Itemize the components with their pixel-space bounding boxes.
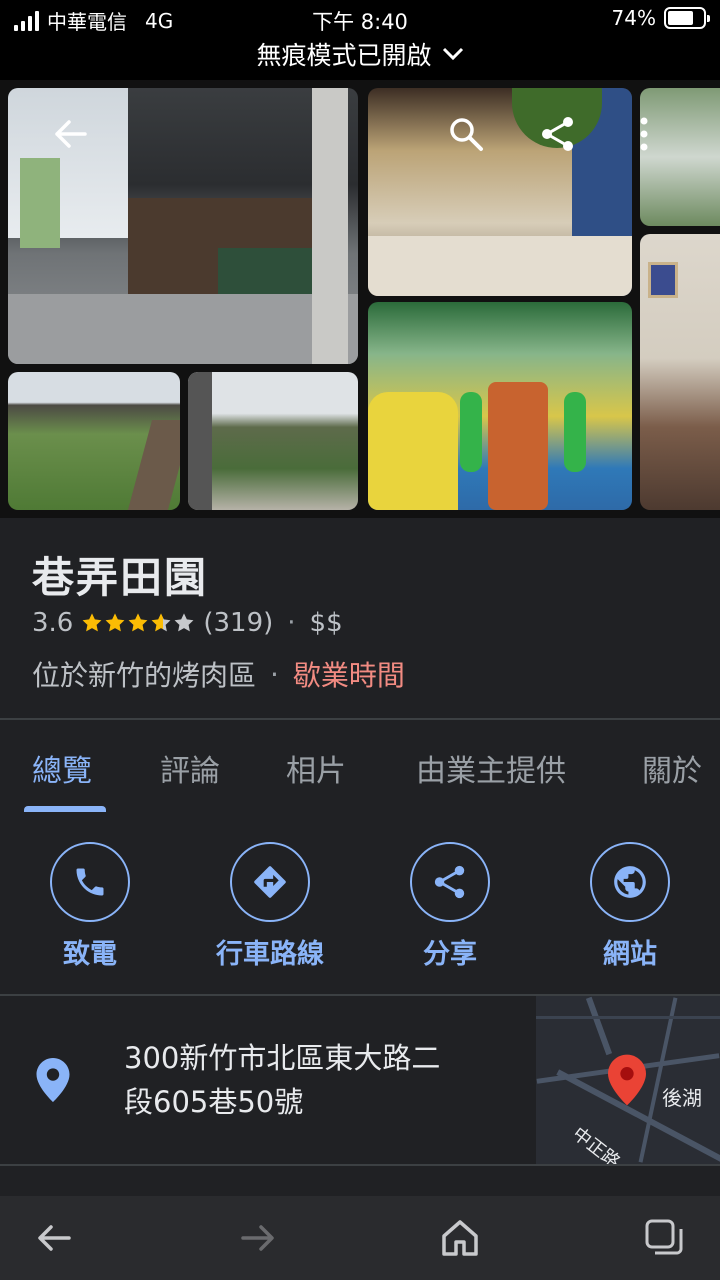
map-marker-icon bbox=[608, 1054, 646, 1106]
share-button[interactable]: 分享 bbox=[380, 842, 520, 971]
photo-dining-room[interactable] bbox=[368, 88, 632, 296]
price-level: $$ bbox=[309, 608, 343, 638]
map-thumbnail[interactable]: 後湖 中正路 bbox=[536, 996, 720, 1164]
battery-percent: 74% bbox=[611, 6, 656, 30]
directions-icon bbox=[230, 842, 310, 922]
photo-lawn[interactable] bbox=[8, 372, 180, 510]
photo-bouncy-castle[interactable] bbox=[368, 302, 632, 510]
photo-gallery[interactable] bbox=[0, 80, 720, 518]
share-label: 分享 bbox=[423, 939, 477, 970]
website-button[interactable]: 網站 bbox=[560, 842, 700, 971]
rating-row[interactable]: 3.6 (319) · $$ bbox=[32, 608, 343, 638]
star-icon bbox=[128, 613, 148, 632]
forward-arrow-icon[interactable] bbox=[234, 1214, 282, 1262]
call-button[interactable]: 致電 bbox=[20, 842, 160, 971]
map-label-road: 中正路 bbox=[568, 1123, 624, 1164]
tab-reviews[interactable]: 評論 bbox=[160, 746, 220, 790]
divider bbox=[0, 1164, 720, 1166]
place-title: 巷弄田園 bbox=[32, 553, 209, 602]
browser-toolbar bbox=[0, 1196, 720, 1280]
tab-from-owner[interactable]: 由業主提供 bbox=[416, 746, 566, 790]
status-bar: 中華電信 4G 下午 8:40 74% 無痕模式已開啟 bbox=[0, 0, 720, 80]
battery-fill bbox=[668, 11, 694, 25]
map-label-area: 後湖 bbox=[662, 1086, 702, 1110]
tab-photos[interactable]: 相片 bbox=[286, 746, 346, 790]
star-icon bbox=[105, 613, 125, 632]
directions-label: 行車路線 bbox=[216, 939, 324, 970]
website-label: 網站 bbox=[603, 939, 657, 970]
category-row: 位於新竹的烤肉區 · 歇業時間 bbox=[32, 654, 405, 694]
home-icon[interactable] bbox=[436, 1214, 484, 1262]
status-right: 74% bbox=[611, 6, 710, 30]
action-buttons: 致電 行車路線 分享 網站 bbox=[0, 812, 720, 994]
call-label: 致電 bbox=[63, 939, 117, 970]
star-icon bbox=[82, 613, 102, 632]
directions-button[interactable]: 行車路線 bbox=[200, 842, 340, 971]
photo-outdoor-path[interactable] bbox=[640, 88, 720, 226]
tabs-icon[interactable] bbox=[640, 1214, 688, 1262]
star-rating bbox=[81, 612, 195, 634]
incognito-label: 無痕模式已開啟 bbox=[256, 41, 432, 70]
place-category: 位於新竹的烤肉區 bbox=[32, 659, 257, 692]
star-icon bbox=[151, 613, 171, 632]
chevron-down-icon bbox=[442, 47, 463, 61]
tab-overview[interactable]: 總覽 bbox=[32, 746, 92, 790]
separator-dot: · bbox=[270, 657, 279, 691]
phone-icon bbox=[50, 842, 130, 922]
back-icon[interactable] bbox=[50, 114, 90, 154]
location-pin-icon bbox=[36, 1058, 70, 1102]
photo-garden[interactable] bbox=[188, 372, 358, 510]
address-row[interactable]: 300新竹市北區東大路二 段605巷50號 後湖 中正路 bbox=[0, 996, 720, 1164]
globe-icon bbox=[590, 842, 670, 922]
tab-bar: 總覽 評論 相片 由業主提供 關於 bbox=[0, 720, 720, 812]
address-line-2: 段605巷50號 bbox=[124, 1085, 304, 1119]
rating-value: 3.6 bbox=[32, 608, 74, 638]
battery-icon bbox=[664, 7, 710, 29]
address-line-1: 300新竹市北區東大路二 bbox=[124, 1041, 441, 1075]
place-header: 巷弄田園 3.6 (319) · $$ 位於新竹的烤肉區 · 歇業時間 bbox=[0, 518, 720, 718]
incognito-banner[interactable]: 無痕模式已開啟 bbox=[0, 36, 720, 72]
back-arrow-icon[interactable] bbox=[30, 1214, 78, 1262]
address-text: 300新竹市北區東大路二 段605巷50號 bbox=[124, 1036, 514, 1124]
review-count[interactable]: (319) bbox=[203, 608, 273, 638]
hours-status[interactable]: 歇業時間 bbox=[293, 654, 405, 694]
share-icon bbox=[410, 842, 490, 922]
star-icon bbox=[174, 613, 194, 632]
share-icon[interactable] bbox=[538, 114, 578, 154]
more-vert-icon[interactable] bbox=[632, 114, 656, 154]
tab-about[interactable]: 關於 bbox=[642, 746, 702, 790]
photo-interior-child[interactable] bbox=[640, 234, 720, 510]
separator-dot: · bbox=[287, 608, 296, 638]
search-icon[interactable] bbox=[446, 114, 486, 154]
